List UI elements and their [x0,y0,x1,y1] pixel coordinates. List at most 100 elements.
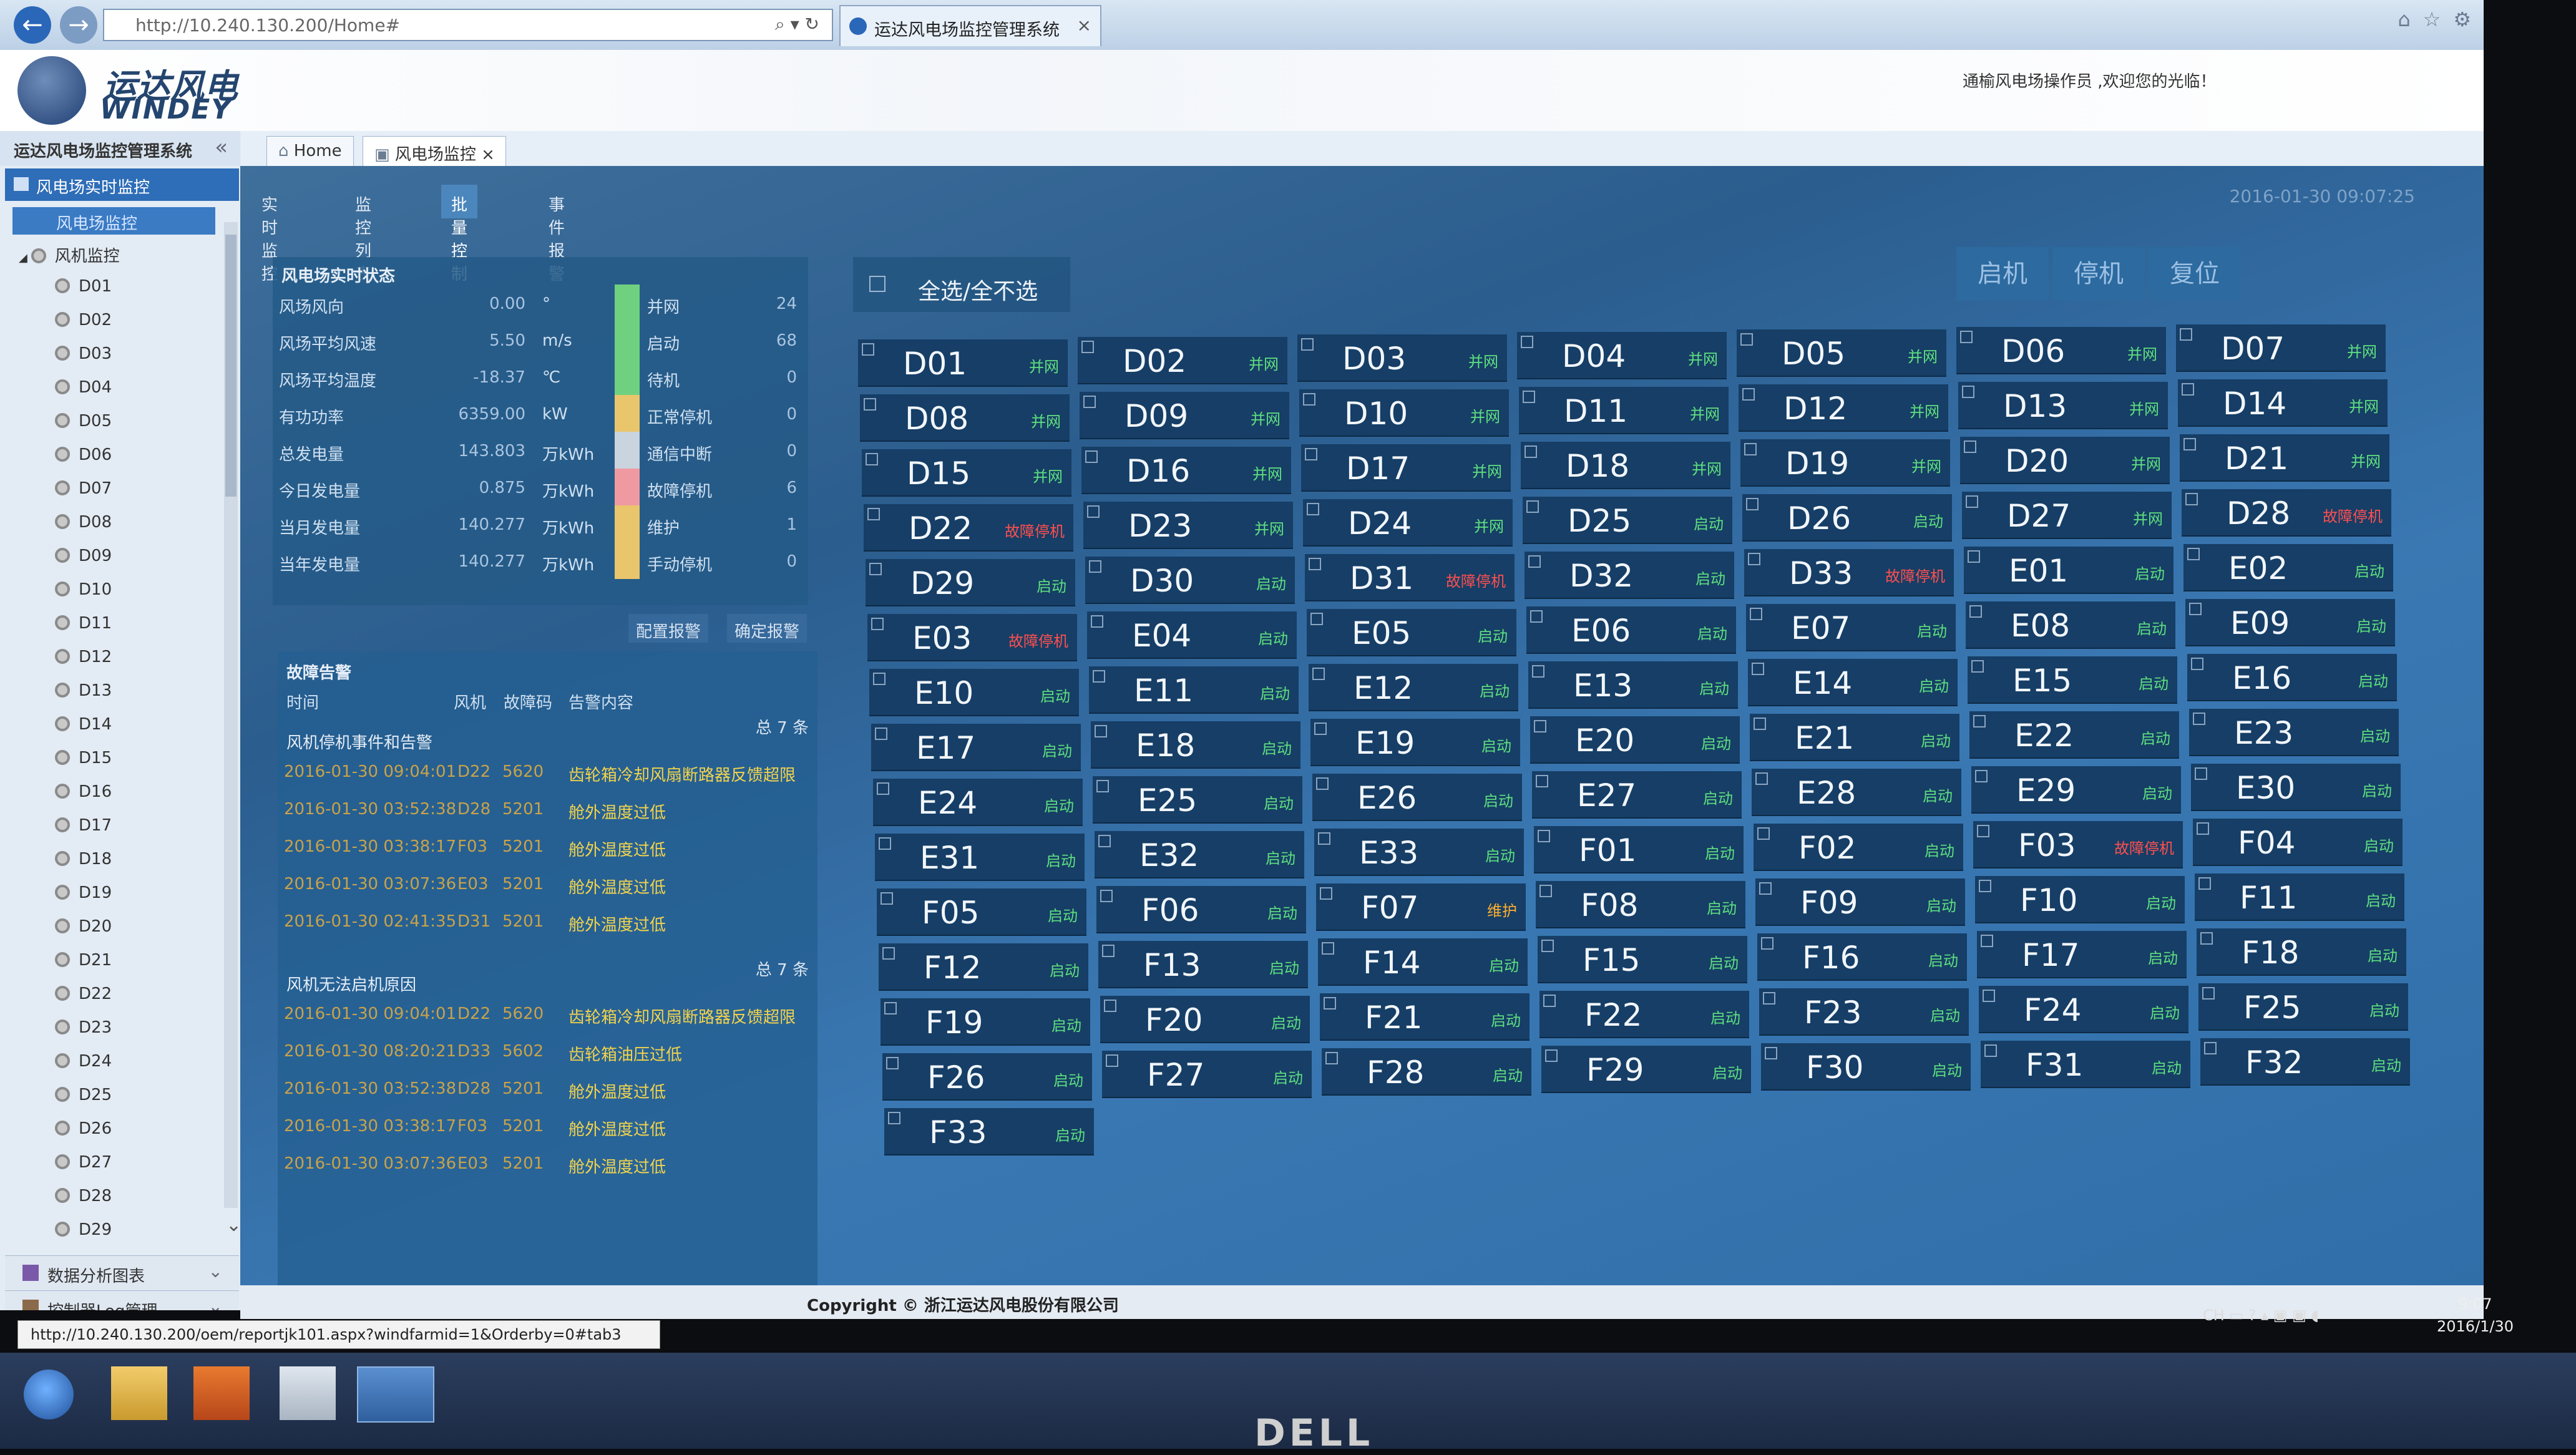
turbine-checkbox[interactable] [1320,887,1332,900]
turbine-tile-d17[interactable]: D17 并网 [1301,444,1511,490]
turbine-checkbox[interactable] [1752,663,1764,675]
turbine-tile-e31[interactable]: E31 启动 [875,834,1085,880]
turbine-checkbox[interactable] [2197,822,2209,835]
turbine-checkbox[interactable] [1962,386,1974,398]
sidebar-scrollbar[interactable] [224,222,238,1208]
turbine-checkbox[interactable] [2182,383,2194,396]
turbine-checkbox[interactable] [1083,396,1096,408]
sidebar-item-d19[interactable]: D19 [55,883,112,902]
turbine-tile-e32[interactable]: E32 启动 [1095,831,1304,877]
start-button-icon[interactable] [24,1370,74,1419]
turbine-tile-d28[interactable]: D28 故障停机 [2182,489,2391,535]
sidebar-item-d14[interactable]: D14 [55,715,112,734]
turbine-checkbox[interactable] [1525,445,1537,458]
back-icon[interactable]: ← [14,6,51,44]
turbine-checkbox[interactable] [1541,940,1554,952]
turbine-tile-d26[interactable]: D26 启动 [1742,494,1952,540]
turbine-checkbox[interactable] [1969,605,1982,618]
fault-row[interactable]: 2016-01-30 03:07:36 E03 5201 舱外温度过低 [284,865,808,902]
fault-row[interactable]: 2016-01-30 03:07:36 E03 5201 舱外温度过低 [284,1144,808,1182]
turbine-tile-d09[interactable]: D09 并网 [1080,392,1289,438]
turbine-tile-d21[interactable]: D21 并网 [2180,434,2389,480]
fault-row[interactable]: 2016-01-30 03:38:17 F03 5201 舱外温度过低 [284,1107,808,1144]
turbine-tile-e20[interactable]: E20 启动 [1530,716,1740,762]
notepad-icon[interactable] [280,1366,336,1420]
tab-wind-farm-monitor[interactable]: ▣ 风电场监控 × [363,136,506,166]
turbine-tile-d10[interactable]: D10 并网 [1299,389,1509,436]
turbine-checkbox[interactable] [1081,341,1094,353]
sidebar-item-d10[interactable]: D10 [55,580,112,599]
turbine-tile-e33[interactable]: E33 启动 [1314,829,1524,875]
address-url[interactable]: http://10.240.130.200/Home# [135,15,400,36]
turbine-tile-f13[interactable]: F13 启动 [1098,941,1308,987]
turbine-tile-e23[interactable]: E23 启动 [2189,709,2399,755]
sidebar-item-d07[interactable]: D07 [55,479,112,498]
turbine-checkbox[interactable] [1324,997,1336,1010]
turbine-tile-d22[interactable]: D22 故障停机 [864,504,1073,550]
turbine-checkbox[interactable] [1765,1047,1777,1059]
turbine-checkbox[interactable] [1755,772,1768,785]
turbine-tile-f32[interactable]: F32 启动 [2200,1038,2410,1084]
turbine-tile-e07[interactable]: E07 启动 [1746,604,1956,650]
confirm-alarm-button[interactable]: 确定报警 [727,614,807,643]
fault-row[interactable]: 2016-01-30 09:04:01 D22 5620 齿轮箱冷却风扇断路器反馈超限 [284,995,808,1032]
turbine-tile-d27[interactable]: D27 并网 [1962,492,2172,538]
turbine-tile-e18[interactable]: E18 启动 [1091,721,1300,767]
turbine-checkbox[interactable] [1303,393,1315,406]
turbine-tile-e15[interactable]: E15 启动 [1968,656,2177,703]
turbine-tile-d14[interactable]: D14 并网 [2178,379,2388,426]
subtab-events[interactable]: 事件报警 [539,185,575,284]
turbine-tile-d25[interactable]: D25 启动 [1523,497,1732,543]
turbine-checkbox[interactable] [864,398,876,411]
turbine-tile-e12[interactable]: E12 启动 [1309,664,1518,710]
sidebar-item-d13[interactable]: D13 [55,681,112,700]
turbine-tile-f06[interactable]: F06 启动 [1096,886,1306,932]
turbine-tile-d29[interactable]: D29 启动 [866,559,1075,605]
sidebar-item-wind-farm-monitor[interactable]: 风电场监控 [12,207,215,235]
turbine-checkbox[interactable] [1973,715,1986,728]
turbine-checkbox[interactable] [1968,550,1980,563]
sidebar-item-d22[interactable]: D22 [55,985,112,1003]
turbine-tile-e04[interactable]: E04 启动 [1087,611,1297,658]
fault-row[interactable]: 2016-01-30 03:52:38 D28 5201 舱外温度过低 [284,1069,808,1107]
turbine-checkbox[interactable] [1757,827,1770,840]
turbine-tile-e30[interactable]: E30 启动 [2191,764,2401,810]
turbine-tile-d06[interactable]: D06 并网 [1956,327,2166,373]
subtab-realtime[interactable]: 实时监控 [251,185,288,284]
turbine-tile-e01[interactable]: E01 启动 [1964,547,2174,593]
sidebar-item-d25[interactable]: D25 [55,1086,112,1104]
turbine-checkbox[interactable] [1301,338,1314,351]
turbine-tile-f04[interactable]: F04 启动 [2193,819,2403,865]
sidebar-item-d28[interactable]: D28 [55,1187,112,1205]
turbine-checkbox[interactable] [2195,767,2207,780]
sidebar-item-d24[interactable]: D24 [55,1052,112,1071]
sidebar-item-d09[interactable]: D09 [55,547,112,565]
turbine-tile-d24[interactable]: D24 并网 [1303,499,1513,545]
stop-turbines-button[interactable]: 停机 [2052,247,2145,301]
turbine-checkbox[interactable] [2193,713,2205,725]
select-all-checkbox[interactable] [869,276,886,292]
turbine-checkbox[interactable] [2187,548,2200,560]
turbine-tile-d33[interactable]: D33 故障停机 [1744,549,1954,595]
turbine-tile-e14[interactable]: E14 启动 [1748,659,1958,705]
turbine-checkbox[interactable] [2185,493,2198,505]
sidebar-item-d06[interactable]: D06 [55,445,112,464]
turbine-checkbox[interactable] [1981,935,1993,947]
fault-row[interactable]: 2016-01-30 03:52:38 D28 5201 舱外温度过低 [284,790,808,827]
turbine-checkbox[interactable] [1096,780,1109,792]
turbine-checkbox[interactable] [1089,560,1101,573]
turbine-tile-f07[interactable]: F07 维护 [1316,883,1526,930]
turbine-tile-f33[interactable]: F33 启动 [884,1108,1094,1154]
start-turbines-button[interactable]: 启机 [1956,247,2049,301]
fault-row[interactable]: 2016-01-30 08:20:21 D33 5602 齿轮箱油压过低 [284,1032,808,1069]
turbine-checkbox[interactable] [879,837,891,850]
turbine-checkbox[interactable] [2198,877,2211,890]
turbine-checkbox[interactable] [1528,555,1541,568]
turbine-tile-f17[interactable]: F17 启动 [1977,931,2187,977]
expand-icon[interactable]: ⌄ [208,1261,223,1282]
turbine-checkbox[interactable] [869,563,882,575]
turbine-checkbox[interactable] [1539,885,1552,897]
turbine-tile-e03[interactable]: E03 故障停机 [867,614,1077,660]
search-refresh-icons[interactable]: ⌕ ▾ ↻ [775,14,819,35]
turbine-checkbox[interactable] [2180,328,2192,341]
